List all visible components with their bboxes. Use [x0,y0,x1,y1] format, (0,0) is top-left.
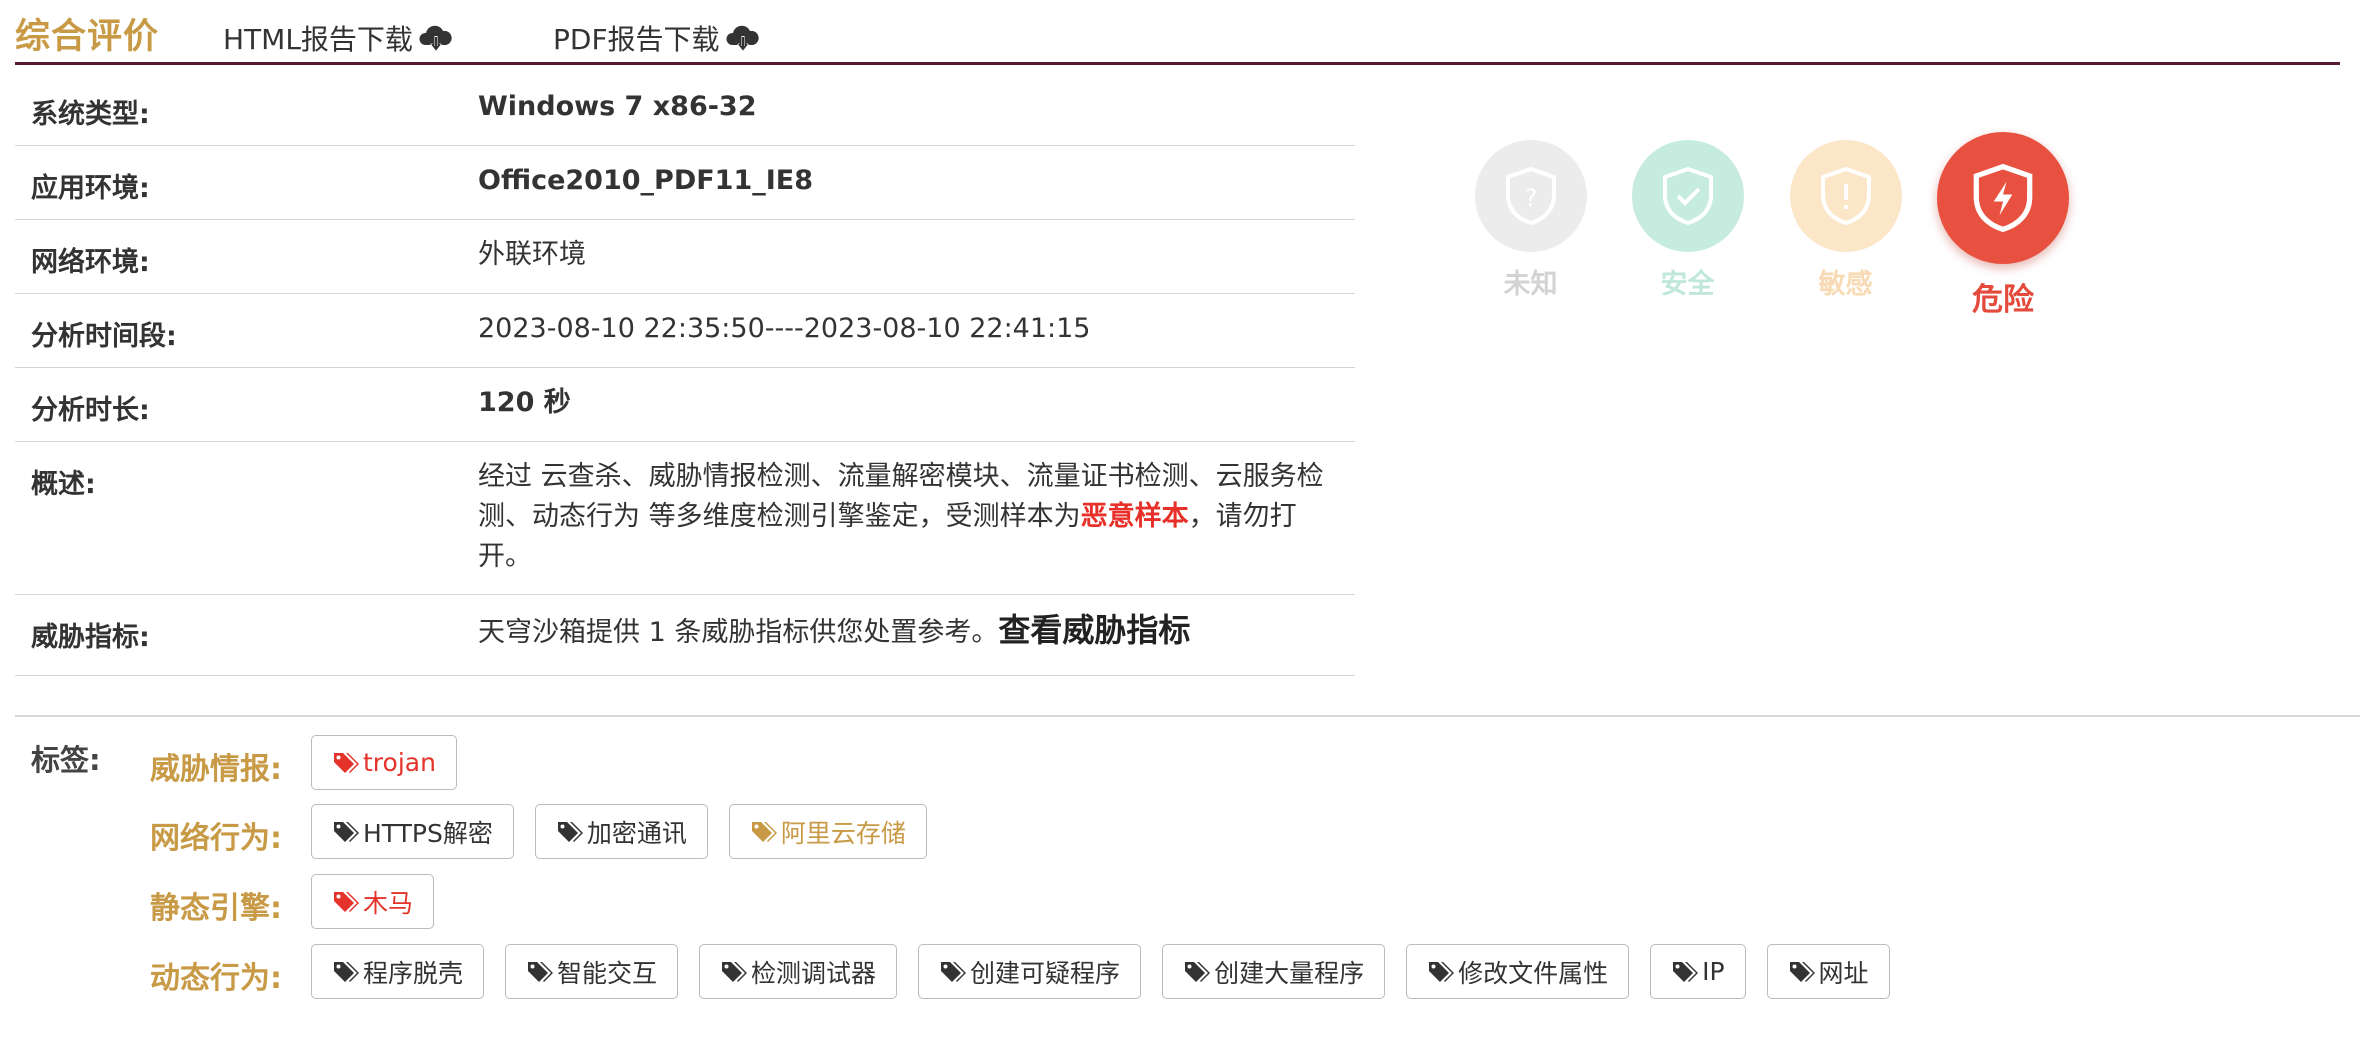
tag-label: 木马 [363,888,414,918]
status-sensitive-label: 敏感 [1818,269,1873,300]
pdf-report-download-button[interactable]: PDF报告下载 [553,18,760,58]
tag-icon [1789,961,1815,982]
tag-category-dynamic: 动态行为: [150,961,282,996]
indicator-desc: 天穹沙箱提供 1 条威胁指标供您处置参考。 [478,617,999,648]
tag-label: IP [1702,957,1725,986]
tag-icon [751,821,777,842]
tag-row-static: 木马 [311,874,435,929]
info-value: Windows 7 x86-32 [478,91,757,122]
tag-category-static: 静态引擎: [150,891,282,926]
tag-label: 智能交互 [557,958,658,988]
svg-text:?: ? [1524,184,1537,212]
section-title: 综合评价 [15,17,160,57]
tag-icon [334,752,359,773]
tag-url[interactable]: 网址 [1766,944,1890,999]
view-threat-indicator-link[interactable]: 查看威胁指标 [998,611,1190,649]
tag-row-threat-intel: trojan [311,735,457,790]
info-key: 分析时长: [31,395,150,426]
tag-label: HTTPS解密 [363,818,493,848]
tag-label: 修改文件属性 [1458,958,1609,988]
info-value: Office2010_PDF11_IE8 [478,165,814,196]
shield-question-icon: ? [1505,166,1556,226]
tag-label: 检测调试器 [751,958,877,988]
tag-label: 加密通讯 [586,818,687,848]
tag-icon [941,961,967,982]
info-key: 系统类型: [31,99,150,130]
info-row-net-env: 网络环境: 外联环境 [15,220,1355,294]
status-danger-circle [1937,132,2069,264]
tag-create-many-programs[interactable]: 创建大量程序 [1162,944,1386,999]
info-key: 网络环境: [31,247,150,278]
status-safe-circle [1631,140,1744,252]
status-safe-label: 安全 [1660,269,1715,300]
shield-exclamation-icon [1820,166,1871,226]
pdf-download-label: PDF报告下载 [553,23,720,56]
tag-category-threat-intel: 威胁情报: [150,752,282,787]
info-row-summary: 概述: 经过 云查杀、威胁情报检测、流量解密模块、流量证书检测、云服务检测、动态… [15,442,1355,595]
tag-icon [1673,961,1699,982]
info-table: 系统类型: Windows 7 x86-32 应用环境: Office2010_… [15,72,1355,676]
tag-https-decrypt[interactable]: HTTPS解密 [311,804,514,859]
tag-icon [722,961,748,982]
tag-trojan-cn[interactable]: 木马 [311,874,435,929]
section-divider [15,715,2360,717]
status-danger: 危险 [1935,132,2071,319]
tag-icon [1429,961,1455,982]
tags-label: 标签: [31,743,101,777]
tag-icon [334,961,359,982]
info-key: 概述: [31,469,96,500]
tag-row-network: HTTPS解密 加密通讯 阿里云存储 [311,804,927,859]
tag-icon [528,961,554,982]
tag-trojan[interactable]: trojan [311,735,457,790]
tag-detect-debugger[interactable]: 检测调试器 [699,944,898,999]
html-report-download-button[interactable]: HTML报告下载 [223,18,453,58]
shield-check-icon [1662,166,1713,226]
info-row-os: 系统类型: Windows 7 x86-32 [15,72,1355,146]
tag-icon [1185,961,1211,982]
tag-ip[interactable]: IP [1650,944,1746,999]
info-key: 应用环境: [31,173,150,204]
summary-text: 经过 云查杀、威胁情报检测、流量解密模块、流量证书检测、云服务检测、动态行为 等… [478,457,1335,577]
status-unknown-label: 未知 [1503,269,1558,300]
status-safe: 安全 [1630,140,1745,301]
tag-label: 阿里云存储 [780,818,906,848]
tag-category-network: 网络行为: [150,821,282,856]
info-key: 威胁指标: [31,622,150,653]
tag-icon [334,891,359,912]
shield-lightning-icon [1973,163,2033,233]
info-value: 外联环境 [478,239,586,270]
status-danger-label: 危险 [1972,282,2034,318]
info-row-indicator: 威胁指标: 天穹沙箱提供 1 条威胁指标供您处置参考。查看威胁指标 [15,595,1355,676]
tag-aliyun-storage[interactable]: 阿里云存储 [728,804,927,859]
info-value: 2023-08-10 22:35:50----2023-08-10 22:41:… [478,313,1091,344]
tag-label: trojan [363,748,436,777]
tag-label: 程序脱壳 [363,958,464,988]
indicator-text: 天穹沙箱提供 1 条威胁指标供您处置参考。查看威胁指标 [478,610,1335,653]
status-unknown-circle: ? [1474,140,1587,252]
info-row-app-env: 应用环境: Office2010_PDF11_IE8 [15,146,1355,220]
cloud-download-icon [726,25,759,53]
tag-icon [334,821,359,842]
info-value: 120 秒 [478,387,571,418]
tag-encrypted-comm[interactable]: 加密通讯 [534,804,708,859]
status-unknown: ? 未知 [1473,140,1588,301]
tag-unpack[interactable]: 程序脱壳 [311,944,485,999]
tag-label: 创建可疑程序 [970,958,1121,988]
tag-create-suspicious-program[interactable]: 创建可疑程序 [918,944,1142,999]
html-download-label: HTML报告下载 [223,23,413,56]
info-row-duration: 分析时长: 120 秒 [15,368,1355,442]
info-row-time-range: 分析时间段: 2023-08-10 22:35:50----2023-08-10… [15,294,1355,368]
status-sensitive-circle [1789,140,1902,252]
malicious-verdict: 恶意样本 [1080,501,1189,532]
tag-label: 创建大量程序 [1214,958,1365,988]
section-header: 综合评价 HTML报告下载 PDF报告下载 [15,0,2340,65]
tag-smart-interaction[interactable]: 智能交互 [505,944,679,999]
tag-modify-file-attributes[interactable]: 修改文件属性 [1406,944,1630,999]
cloud-download-icon [419,25,452,53]
tag-icon [557,821,583,842]
info-key: 分析时间段: [31,321,177,352]
tag-row-dynamic: 程序脱壳 智能交互 检测调试器 创建可疑程序 创建大量程序 修改文件属性 IP … [311,944,1890,999]
tag-label: 网址 [1818,958,1869,988]
status-sensitive: 敏感 [1788,140,1903,301]
